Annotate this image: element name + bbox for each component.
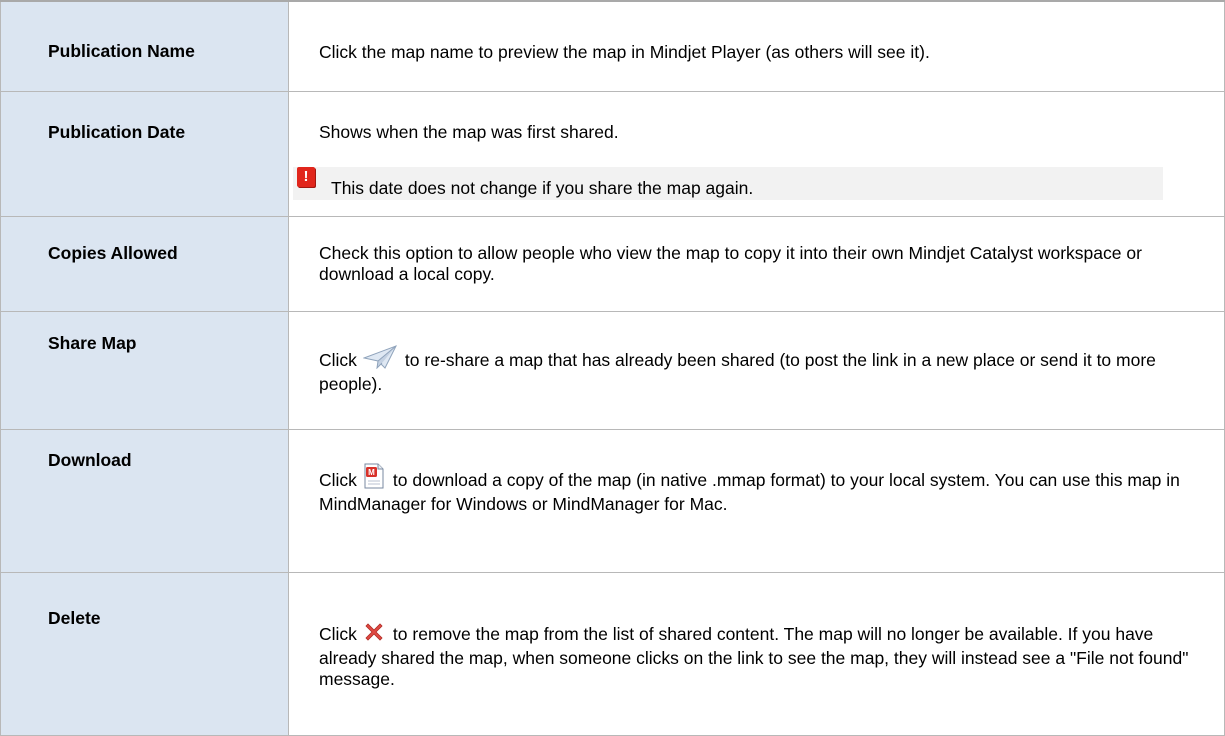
row-description: Shows when the map was first shared. [319,121,619,142]
warning-note: ! This date does not change if you share… [293,166,1163,200]
row-label: Publication Name [48,41,195,61]
row-description: Click the map name to preview the map in… [319,42,930,62]
row-label-cell: Publication Name [0,0,289,92]
publication-properties-table: Publication Name Click the map name to p… [0,0,1225,736]
row-label-cell: Delete [0,571,289,736]
description-rest: to remove the map from the list of share… [319,623,1189,689]
row-label: Download [48,449,132,470]
table-row: Download Click Mto download a copy of the… [0,428,1225,573]
row-description: Check this option to allow people who vi… [319,242,1142,284]
row-label: Delete [48,607,101,628]
warning-icon: ! [297,166,315,187]
row-label: Share Map [48,332,137,353]
row-description-cell: Click to re-share a map that has already … [288,310,1225,430]
warning-note-text: This date does not change if you share t… [331,177,754,198]
description-lead: Click [319,623,357,644]
row-label: Publication Date [48,121,186,142]
table-row: Delete Click to remove the map from the l… [0,571,1225,736]
mmap-file-icon[interactable]: M [363,463,385,494]
row-description-cell: Click the map name to preview the map in… [288,0,1225,92]
paper-plane-icon[interactable] [362,344,397,374]
table-row: Copies Allowed Check this option to allo… [0,215,1225,312]
row-description-cell: Click Mto download a copy of the map (in … [288,428,1225,573]
row-label: Copies Allowed [48,242,178,263]
description-rest: to re-share a map that has already been … [319,349,1156,394]
row-description-cell: Check this option to allow people who vi… [288,215,1225,312]
row-label-cell: Share Map [0,310,289,430]
row-description: Click to remove the map from the list of … [289,573,1224,690]
row-description-cell: Shows when the map was first shared. ! T… [288,90,1225,217]
row-description: Click to re-share a map that has already … [289,312,1224,395]
table-row: Share Map Click to re-share a map that ha… [0,310,1225,430]
row-description: Click Mto download a copy of the map (in … [289,430,1224,515]
row-description-cell: Click to remove the map from the list of … [288,571,1225,736]
description-rest: to download a copy of the map (in native… [319,469,1180,514]
table-row: Publication Name Click the map name to p… [0,0,1225,92]
svg-text:M: M [368,468,375,477]
row-label-cell: Download [0,428,289,573]
description-lead: Click [319,349,357,370]
row-label-cell: Copies Allowed [0,215,289,312]
description-lead: Click [319,469,357,490]
red-x-icon[interactable] [363,621,385,648]
row-label-cell: Publication Date [0,90,289,217]
table-row: Publication Date Shows when the map was … [0,90,1225,217]
